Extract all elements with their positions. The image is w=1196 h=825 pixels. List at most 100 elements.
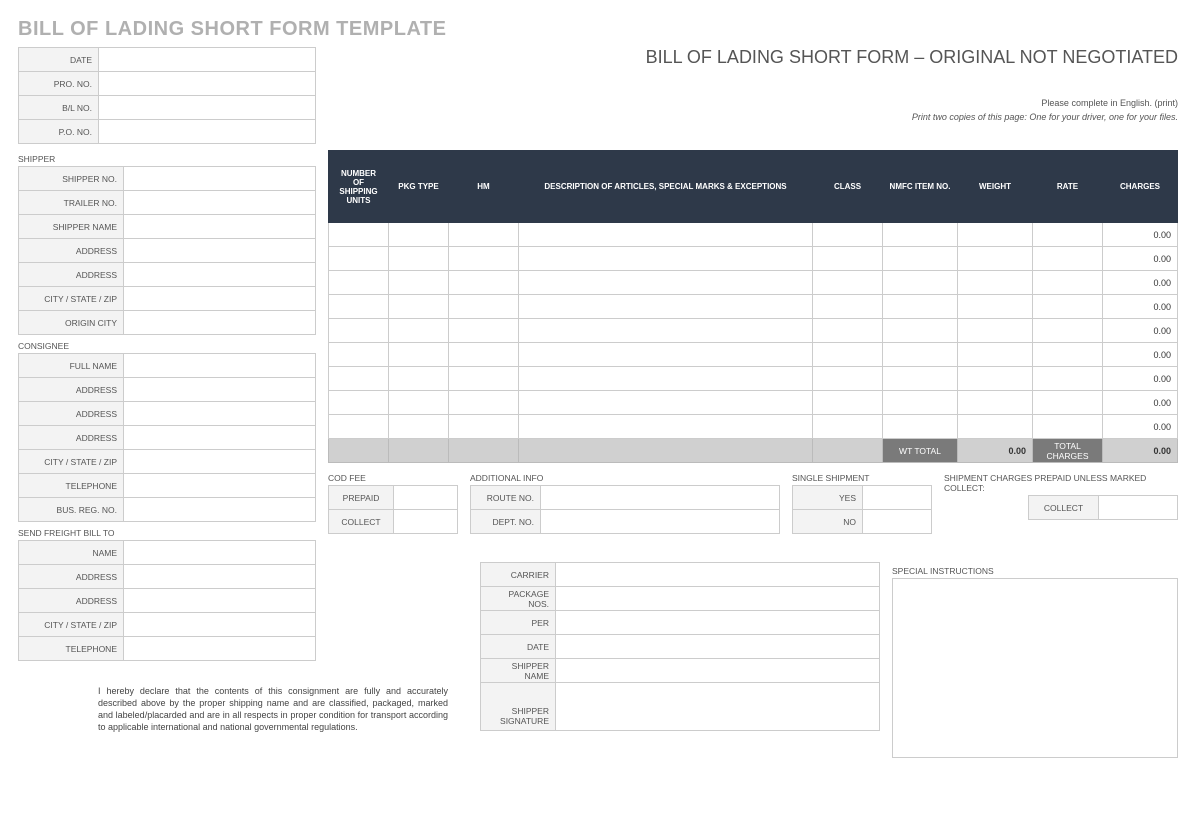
- item-cell[interactable]: [883, 391, 958, 415]
- item-cell[interactable]: 0.00: [1103, 295, 1178, 319]
- item-cell[interactable]: [883, 367, 958, 391]
- item-cell[interactable]: [958, 223, 1033, 247]
- item-cell[interactable]: [389, 295, 449, 319]
- item-cell[interactable]: [449, 367, 519, 391]
- item-cell[interactable]: [883, 343, 958, 367]
- sc-collect-value[interactable]: [1099, 496, 1178, 520]
- item-cell[interactable]: [1033, 271, 1103, 295]
- item-cell[interactable]: [813, 295, 883, 319]
- shipper-addr1-value[interactable]: [124, 239, 316, 263]
- shipper-no-value[interactable]: [124, 167, 316, 191]
- pro-no-value[interactable]: [99, 72, 316, 96]
- fb-name-value[interactable]: [124, 541, 316, 565]
- cod-prepaid-value[interactable]: [394, 486, 458, 510]
- fb-tel-value[interactable]: [124, 637, 316, 661]
- dept-no-value[interactable]: [541, 510, 780, 534]
- item-cell[interactable]: [958, 343, 1033, 367]
- consignee-addr2-value[interactable]: [124, 402, 316, 426]
- item-cell[interactable]: [329, 343, 389, 367]
- item-cell[interactable]: [883, 247, 958, 271]
- item-cell[interactable]: [329, 247, 389, 271]
- item-cell[interactable]: [958, 415, 1033, 439]
- item-cell[interactable]: [389, 223, 449, 247]
- item-cell[interactable]: [1033, 247, 1103, 271]
- item-cell[interactable]: [813, 271, 883, 295]
- item-cell[interactable]: [389, 319, 449, 343]
- per-value[interactable]: [556, 611, 880, 635]
- item-cell[interactable]: [389, 391, 449, 415]
- route-no-value[interactable]: [541, 486, 780, 510]
- item-cell[interactable]: [329, 223, 389, 247]
- fb-csz-value[interactable]: [124, 613, 316, 637]
- item-cell[interactable]: [449, 271, 519, 295]
- item-cell[interactable]: [1033, 223, 1103, 247]
- item-cell[interactable]: [329, 367, 389, 391]
- item-cell[interactable]: [813, 391, 883, 415]
- item-cell[interactable]: 0.00: [1103, 343, 1178, 367]
- consignee-name-value[interactable]: [124, 354, 316, 378]
- item-cell[interactable]: [519, 319, 813, 343]
- ss-yes-value[interactable]: [863, 486, 932, 510]
- item-cell[interactable]: [519, 223, 813, 247]
- shipper-addr2-value[interactable]: [124, 263, 316, 287]
- item-cell[interactable]: [519, 415, 813, 439]
- date-value[interactable]: [99, 48, 316, 72]
- trailer-no-value[interactable]: [124, 191, 316, 215]
- item-cell[interactable]: [519, 343, 813, 367]
- item-cell[interactable]: [958, 271, 1033, 295]
- shipper-csz-value[interactable]: [124, 287, 316, 311]
- shipper-signature-value[interactable]: [556, 683, 880, 731]
- item-cell[interactable]: [1033, 367, 1103, 391]
- item-cell[interactable]: [813, 319, 883, 343]
- item-cell[interactable]: [519, 367, 813, 391]
- item-cell[interactable]: [389, 343, 449, 367]
- consignee-addr1-value[interactable]: [124, 378, 316, 402]
- item-cell[interactable]: [883, 271, 958, 295]
- item-cell[interactable]: [813, 247, 883, 271]
- item-cell[interactable]: 0.00: [1103, 367, 1178, 391]
- item-cell[interactable]: 0.00: [1103, 247, 1178, 271]
- item-cell[interactable]: [1033, 343, 1103, 367]
- item-cell[interactable]: [958, 247, 1033, 271]
- fb-addr1-value[interactable]: [124, 565, 316, 589]
- item-cell[interactable]: [329, 295, 389, 319]
- item-cell[interactable]: [519, 271, 813, 295]
- item-cell[interactable]: [519, 391, 813, 415]
- item-cell[interactable]: [389, 415, 449, 439]
- item-cell[interactable]: [958, 319, 1033, 343]
- item-cell[interactable]: 0.00: [1103, 319, 1178, 343]
- item-cell[interactable]: [813, 223, 883, 247]
- carrier-value[interactable]: [556, 563, 880, 587]
- item-cell[interactable]: 0.00: [1103, 391, 1178, 415]
- item-cell[interactable]: [329, 391, 389, 415]
- item-cell[interactable]: [958, 391, 1033, 415]
- consignee-csz-value[interactable]: [124, 450, 316, 474]
- item-cell[interactable]: [449, 415, 519, 439]
- consignee-bus-value[interactable]: [124, 498, 316, 522]
- cod-collect-value[interactable]: [394, 510, 458, 534]
- item-cell[interactable]: [329, 319, 389, 343]
- package-nos-value[interactable]: [556, 587, 880, 611]
- carrier-date-value[interactable]: [556, 635, 880, 659]
- item-cell[interactable]: [389, 271, 449, 295]
- item-cell[interactable]: [449, 391, 519, 415]
- item-cell[interactable]: [813, 415, 883, 439]
- item-cell[interactable]: [1033, 295, 1103, 319]
- item-cell[interactable]: [389, 247, 449, 271]
- shipper-name-value[interactable]: [124, 215, 316, 239]
- item-cell[interactable]: [329, 415, 389, 439]
- item-cell[interactable]: [1033, 391, 1103, 415]
- item-cell[interactable]: [329, 271, 389, 295]
- po-no-value[interactable]: [99, 120, 316, 144]
- bl-no-value[interactable]: [99, 96, 316, 120]
- consignee-addr3-value[interactable]: [124, 426, 316, 450]
- item-cell[interactable]: [813, 367, 883, 391]
- item-cell[interactable]: [958, 367, 1033, 391]
- item-cell[interactable]: [883, 295, 958, 319]
- special-instructions-box[interactable]: [892, 578, 1178, 758]
- item-cell[interactable]: [449, 295, 519, 319]
- item-cell[interactable]: [519, 247, 813, 271]
- item-cell[interactable]: [813, 343, 883, 367]
- item-cell[interactable]: [519, 295, 813, 319]
- item-cell[interactable]: [449, 223, 519, 247]
